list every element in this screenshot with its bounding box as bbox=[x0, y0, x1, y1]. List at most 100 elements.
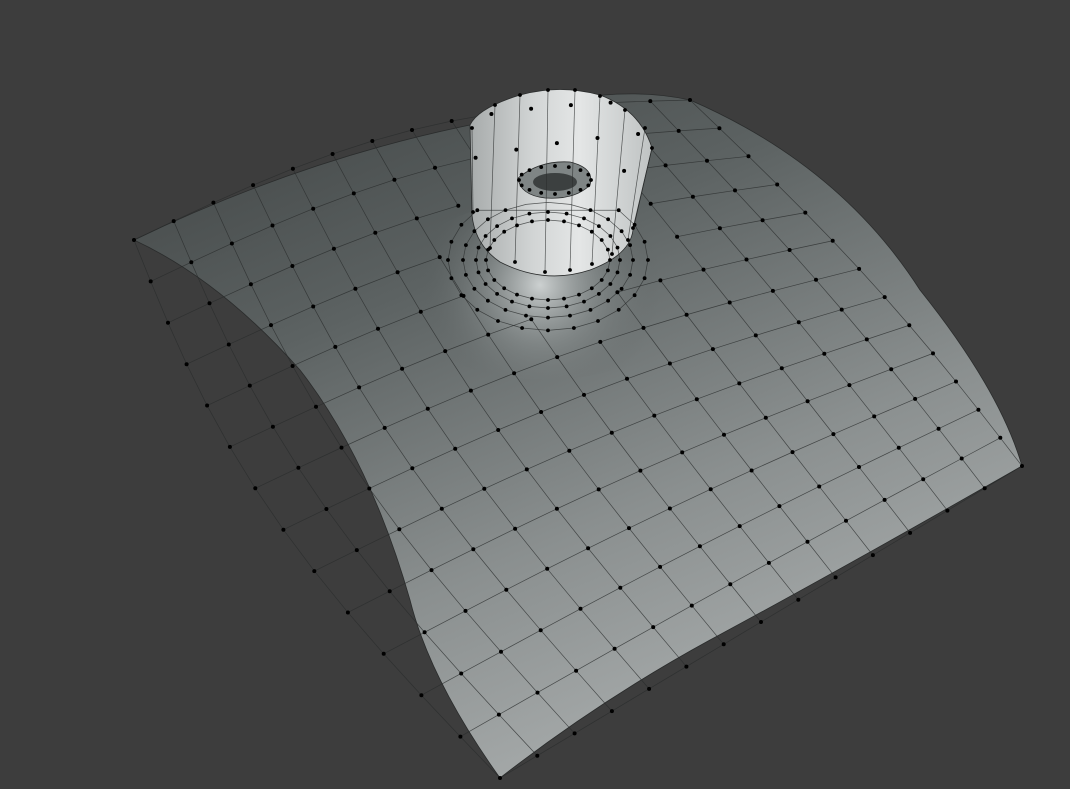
vertex[interactable] bbox=[464, 243, 468, 248]
vertex[interactable] bbox=[567, 448, 572, 453]
vertex[interactable] bbox=[351, 191, 356, 196]
vertex[interactable] bbox=[896, 445, 901, 450]
vertex[interactable] bbox=[627, 526, 631, 531]
vertex[interactable] bbox=[737, 524, 742, 529]
vertex[interactable] bbox=[459, 671, 464, 676]
vertex[interactable] bbox=[333, 344, 338, 349]
vertex[interactable] bbox=[921, 477, 926, 482]
vertex[interactable] bbox=[476, 245, 481, 250]
vertex[interactable] bbox=[636, 132, 641, 136]
vertex[interactable] bbox=[648, 99, 653, 104]
vertex[interactable] bbox=[805, 399, 810, 404]
vertex[interactable] bbox=[597, 292, 601, 296]
vertex[interactable] bbox=[746, 154, 751, 159]
vertex[interactable] bbox=[872, 414, 877, 419]
vertex[interactable] bbox=[498, 776, 502, 780]
vertex[interactable] bbox=[628, 243, 632, 248]
vertex[interactable] bbox=[749, 468, 754, 473]
vertex[interactable] bbox=[324, 507, 329, 511]
vertex[interactable] bbox=[684, 664, 689, 669]
vertex[interactable] bbox=[555, 355, 560, 360]
vertex[interactable] bbox=[514, 147, 519, 152]
vertex[interactable] bbox=[530, 296, 534, 301]
vertex[interactable] bbox=[503, 308, 508, 312]
vertex[interactable] bbox=[717, 226, 722, 231]
vertex[interactable] bbox=[652, 413, 657, 418]
vertex[interactable] bbox=[553, 164, 557, 168]
vertex[interactable] bbox=[486, 298, 490, 303]
vertex[interactable] bbox=[684, 312, 689, 317]
vertex[interactable] bbox=[529, 106, 534, 111]
vertex[interactable] bbox=[381, 651, 386, 656]
vertex[interactable] bbox=[676, 128, 681, 133]
vertex[interactable] bbox=[606, 217, 610, 222]
vertex[interactable] bbox=[345, 610, 350, 615]
vertex[interactable] bbox=[166, 320, 170, 325]
vertex[interactable] bbox=[566, 165, 571, 170]
vertex[interactable] bbox=[870, 553, 875, 558]
vertex[interactable] bbox=[1020, 464, 1024, 468]
vertex[interactable] bbox=[392, 177, 397, 182]
vertex[interactable] bbox=[247, 383, 252, 388]
vertex[interactable] bbox=[642, 239, 647, 244]
vertex[interactable] bbox=[599, 278, 604, 282]
vertex[interactable] bbox=[572, 731, 577, 736]
vertex[interactable] bbox=[269, 323, 273, 328]
vertex[interactable] bbox=[400, 366, 405, 371]
vertex[interactable] bbox=[642, 276, 647, 281]
vertex[interactable] bbox=[367, 486, 372, 491]
vertex[interactable] bbox=[449, 119, 454, 123]
vertex[interactable] bbox=[618, 585, 623, 590]
vertex[interactable] bbox=[574, 668, 579, 673]
vertex[interactable] bbox=[446, 258, 450, 262]
vertex[interactable] bbox=[694, 397, 699, 402]
vertex[interactable] bbox=[608, 258, 612, 262]
vertex[interactable] bbox=[596, 319, 600, 323]
vertex[interactable] bbox=[443, 349, 448, 354]
vertex[interactable] bbox=[171, 219, 176, 224]
vertex[interactable] bbox=[564, 304, 569, 309]
vertex[interactable] bbox=[619, 229, 624, 234]
vertex[interactable] bbox=[847, 383, 852, 388]
vertex[interactable] bbox=[539, 165, 544, 170]
vertex[interactable] bbox=[615, 245, 620, 250]
vertex[interactable] bbox=[632, 293, 637, 298]
vertex[interactable] bbox=[697, 544, 702, 549]
vertex[interactable] bbox=[590, 262, 594, 266]
vertex[interactable] bbox=[805, 539, 810, 544]
vertex[interactable] bbox=[588, 308, 593, 312]
vertex[interactable] bbox=[519, 183, 524, 188]
vertex[interactable] bbox=[461, 258, 465, 262]
vertex[interactable] bbox=[573, 88, 577, 92]
vertex[interactable] bbox=[945, 508, 950, 513]
vertex[interactable] bbox=[727, 300, 732, 305]
vertex[interactable] bbox=[954, 379, 958, 384]
vertex[interactable] bbox=[578, 606, 583, 611]
vertex[interactable] bbox=[527, 304, 532, 309]
vertex[interactable] bbox=[410, 128, 414, 132]
vertex[interactable] bbox=[598, 94, 602, 98]
vertex[interactable] bbox=[562, 219, 566, 224]
vertex[interactable] bbox=[612, 646, 617, 651]
vertex[interactable] bbox=[314, 404, 318, 409]
vertex[interactable] bbox=[651, 625, 656, 630]
vertex[interactable] bbox=[486, 217, 490, 222]
vertex[interactable] bbox=[625, 376, 629, 381]
vertex[interactable] bbox=[779, 366, 784, 371]
vertex[interactable] bbox=[449, 239, 454, 244]
vertex[interactable] bbox=[449, 276, 454, 281]
vertex[interactable] bbox=[744, 257, 749, 262]
vertex[interactable] bbox=[688, 98, 692, 102]
vertex[interactable] bbox=[822, 351, 827, 356]
vertex[interactable] bbox=[473, 155, 478, 160]
vertex[interactable] bbox=[207, 301, 212, 306]
vertex[interactable] bbox=[675, 234, 680, 239]
vertex[interactable] bbox=[546, 298, 550, 302]
vertex[interactable] bbox=[539, 191, 544, 195]
vertex[interactable] bbox=[515, 223, 519, 228]
vertex[interactable] bbox=[546, 218, 550, 222]
vertex[interactable] bbox=[817, 484, 822, 489]
vertex[interactable] bbox=[484, 258, 488, 262]
vertex[interactable] bbox=[382, 425, 387, 430]
vertex[interactable] bbox=[425, 406, 430, 411]
